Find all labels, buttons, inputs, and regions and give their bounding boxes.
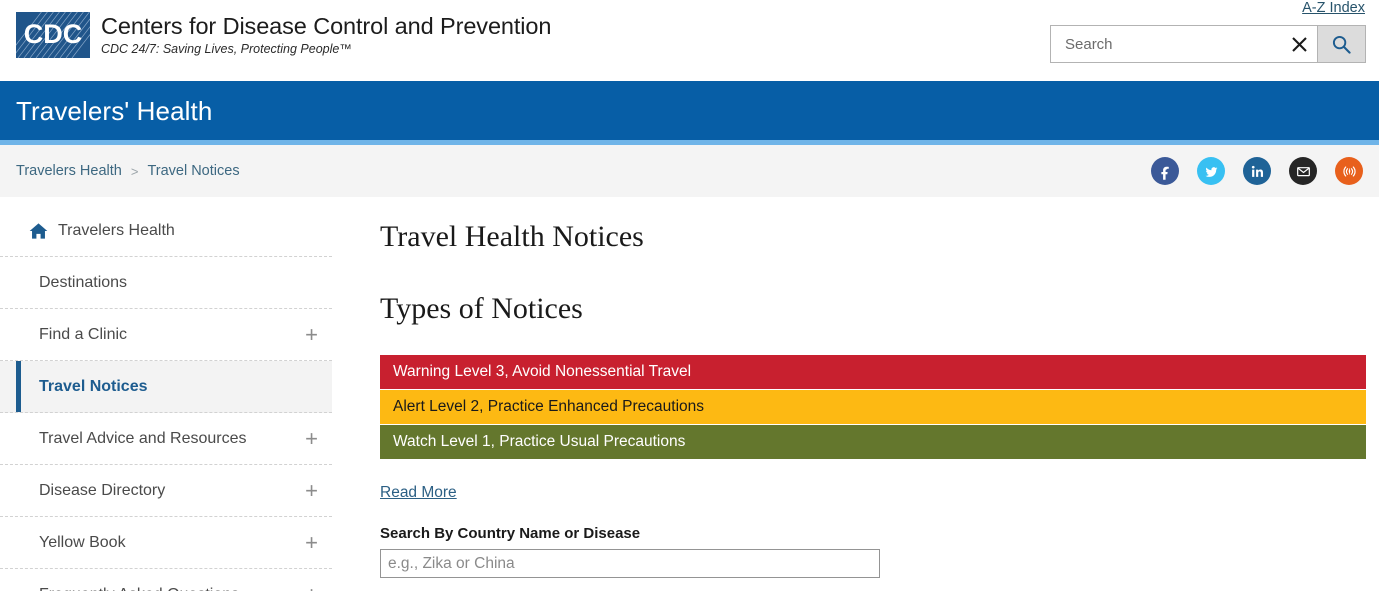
search-button[interactable] [1317,26,1365,62]
sidebar-item-destinations[interactable]: Destinations [0,257,332,309]
email-icon-glyph [1296,166,1310,176]
cdc-logo[interactable]: CDC Centers for Disease Control and Prev… [16,12,551,58]
syndicate-icon-glyph [1342,165,1356,177]
social-share-bar [1151,157,1363,185]
linkedin-icon-glyph [1251,165,1263,177]
sidebar-item-disease-directory[interactable]: Disease Directory + [0,465,332,517]
notice-label: Watch Level 1, Practice Usual Precaution… [393,433,686,450]
close-icon[interactable] [1281,26,1317,62]
sidebar-item-label: Frequently Asked Questions [39,586,239,591]
read-more-link[interactable]: Read More [380,484,457,502]
notice-label: Warning Level 3, Avoid Nonessential Trav… [393,363,692,380]
twitter-icon-glyph [1204,166,1218,177]
sidebar-item-yellow-book[interactable]: Yellow Book + [0,517,332,569]
expand-plus-icon[interactable]: + [305,531,318,554]
expand-plus-icon[interactable]: + [305,427,318,450]
sidebar-item-frequently-asked-questions[interactable]: Frequently Asked Questions + [0,569,332,591]
expand-plus-icon[interactable]: + [305,479,318,502]
sidebar-item-label: Disease Directory [39,481,166,499]
a-z-index-link[interactable]: A-Z Index [1302,0,1365,16]
sidebar-item-travel-advice-and-resources[interactable]: Travel Advice and Resources + [0,413,332,465]
breadcrumb-bar: Travelers Health > Travel Notices [0,145,1379,197]
country-search-label: Search By Country Name or Disease [380,525,641,542]
sidebar-item-label: Destinations [39,273,128,291]
breadcrumb: Travelers Health > Travel Notices [16,163,240,179]
notice-level-warning-3[interactable]: Warning Level 3, Avoid Nonessential Trav… [380,355,1366,389]
sidebar-item-label: Find a Clinic [39,325,128,343]
facebook-icon[interactable] [1151,157,1179,185]
cdc-logo-title: Centers for Disease Control and Preventi… [101,13,552,39]
expand-plus-icon[interactable]: + [305,323,318,346]
sidebar-item-travelers-health[interactable]: Travelers Health [0,205,332,257]
notice-level-alert-2[interactable]: Alert Level 2, Practice Enhanced Precaut… [380,390,1366,424]
site-header: A-Z Index CDC Centers for Disease Contro… [0,0,1379,81]
sidebar-item-label: Yellow Book [39,533,126,551]
breadcrumb-item-travel-notices[interactable]: Travel Notices [147,163,239,179]
search-icon [1332,35,1351,54]
page-body: Travelers Health Destinations Find a Cli… [0,197,1379,591]
header-search [1050,25,1366,63]
notice-level-watch-1[interactable]: Watch Level 1, Practice Usual Precaution… [380,425,1366,459]
close-icon-glyph [1291,36,1307,52]
linkedin-icon[interactable] [1243,157,1271,185]
banner-title: Travelers' Health [16,95,213,126]
sidebar-item-label: Travelers Health [58,221,175,239]
page-title: Travel Health Notices [380,220,644,253]
search-input[interactable] [1051,26,1281,62]
cdc-logo-text: CDC [23,19,83,49]
email-icon[interactable] [1289,157,1317,185]
facebook-icon-glyph [1160,166,1169,180]
cdc-logo-tagline: CDC 24/7: Saving Lives, Protecting Peopl… [101,42,352,56]
section-title: Types of Notices [380,292,583,325]
country-search-input[interactable] [380,549,880,578]
expand-plus-icon[interactable]: + [305,583,318,591]
main-content: Travel Health Notices Types of Notices W… [332,197,1379,591]
sidebar-item-label: Travel Notices [39,377,148,395]
home-icon [29,222,48,240]
syndicate-icon[interactable] [1335,157,1363,185]
cdc-logo-mark: CDC [16,12,90,58]
twitter-icon[interactable] [1197,157,1225,185]
breadcrumb-separator: > [130,163,139,179]
sidebar-item-travel-notices[interactable]: Travel Notices [0,361,332,413]
sidebar-item-label: Travel Advice and Resources [39,429,247,447]
home-icon-glyph [29,222,48,239]
sidebar-item-find-a-clinic[interactable]: Find a Clinic + [0,309,332,361]
notice-levels-list: Warning Level 3, Avoid Nonessential Trav… [380,355,1366,459]
notice-label: Alert Level 2, Practice Enhanced Precaut… [393,398,705,415]
breadcrumb-item-travelers-health[interactable]: Travelers Health [16,163,122,179]
section-banner: Travelers' Health [0,81,1379,140]
sidebar-nav: Travelers Health Destinations Find a Cli… [0,197,332,591]
